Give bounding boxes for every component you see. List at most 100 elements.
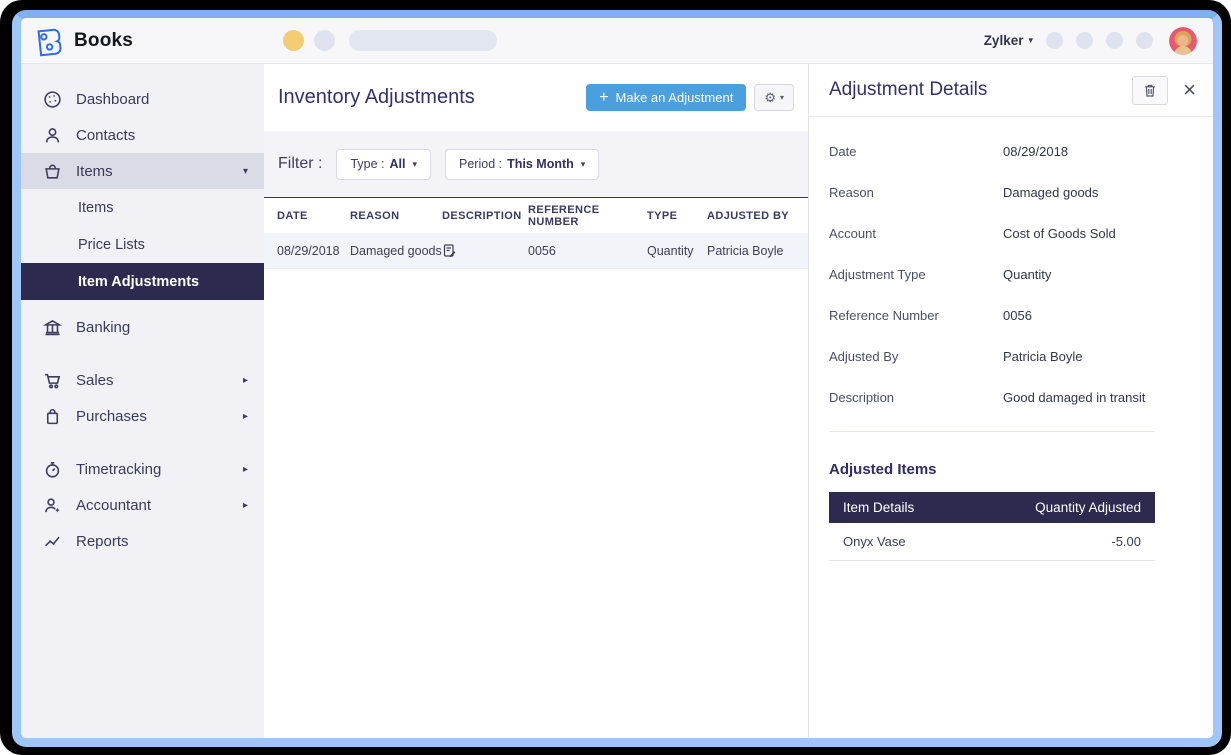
chevron-down-icon: ▾ xyxy=(780,93,784,102)
cell-reason: Damaged goods xyxy=(350,244,442,258)
dashboard-icon xyxy=(43,90,62,109)
field-label: Reason xyxy=(829,185,1003,200)
plus-icon: + xyxy=(599,90,608,106)
sidebar-item-contacts[interactable]: Contacts xyxy=(21,117,264,153)
adjusted-items-title: Adjusted Items xyxy=(829,461,1193,478)
table-header: DATE REASON DESCRIPTION REFERENCE NUMBER… xyxy=(264,197,808,233)
field-label: Description xyxy=(829,390,1003,405)
org-switcher[interactable]: Zylker ▾ xyxy=(984,33,1033,48)
field-label: Account xyxy=(829,226,1003,241)
sidebar-item-label: Accountant xyxy=(76,497,151,514)
sidebar-item-label: Dashboard xyxy=(76,91,149,108)
column-header: TYPE xyxy=(647,210,707,222)
panel-header: Adjustment Details × xyxy=(809,64,1213,117)
column-header: DESCRIPTION xyxy=(442,210,528,222)
screen-frame: Books Zylker ▾ xyxy=(0,0,1231,755)
sidebar-item-accountant[interactable]: Accountant ▸ xyxy=(21,487,264,523)
sidebar-item-items[interactable]: Items ▾ xyxy=(21,153,264,189)
make-adjustment-button[interactable]: + Make an Adjustment xyxy=(586,84,746,111)
topbar: Books Zylker ▾ xyxy=(21,18,1213,64)
books-logo-icon xyxy=(33,25,65,57)
column-header: Item Details xyxy=(843,500,914,515)
description-note-icon[interactable] xyxy=(442,243,528,258)
column-header: ADJUSTED BY xyxy=(707,210,808,222)
app-window: Books Zylker ▾ xyxy=(12,10,1222,747)
chevron-right-icon: ▸ xyxy=(243,464,248,475)
main-content: Inventory Adjustments + Make an Adjustme… xyxy=(264,64,808,738)
reports-chart-icon xyxy=(43,532,62,551)
sidebar-item-label: Item Adjustments xyxy=(78,274,199,290)
cart-icon xyxy=(43,371,62,390)
type-filter-dropdown[interactable]: Type : All ▾ xyxy=(336,149,431,180)
sidebar-item-purchases[interactable]: Purchases ▸ xyxy=(21,398,264,434)
sidebar-item-banking[interactable]: Banking xyxy=(21,309,264,345)
detail-field: Description Good damaged in transit xyxy=(829,390,1193,405)
column-header: Quantity Adjusted xyxy=(1035,500,1141,515)
accountant-icon xyxy=(43,496,62,515)
detail-field: Date 08/29/2018 xyxy=(829,144,1193,159)
yellow-status-dot xyxy=(283,30,304,51)
topbar-icon-placeholder[interactable] xyxy=(1136,32,1153,49)
sidebar-item-sales[interactable]: Sales ▸ xyxy=(21,362,264,398)
chevron-down-icon: ▾ xyxy=(243,166,248,177)
brand-title: Books xyxy=(74,30,133,52)
field-value: Damaged goods xyxy=(1003,185,1098,200)
user-avatar[interactable] xyxy=(1169,27,1197,55)
item-name: Onyx Vase xyxy=(843,534,906,549)
sidebar-item-dashboard[interactable]: Dashboard xyxy=(21,81,264,117)
sidebar-item-timetracking[interactable]: Timetracking ▸ xyxy=(21,451,264,487)
field-value: Patricia Boyle xyxy=(1003,349,1082,364)
cell-type: Quantity xyxy=(647,244,707,258)
detail-field: Reason Damaged goods xyxy=(829,185,1193,200)
sidebar-subitem-item-adjustments[interactable]: Item Adjustments xyxy=(21,263,264,300)
adjustment-details-panel: Adjustment Details × xyxy=(808,64,1213,738)
sidebar-subitem-price-lists[interactable]: Price Lists xyxy=(21,226,264,263)
field-value: Cost of Goods Sold xyxy=(1003,226,1116,241)
filter-label: Filter : xyxy=(278,155,322,173)
search-bar-placeholder xyxy=(349,30,497,51)
settings-dropdown-button[interactable]: ⚙ ▾ xyxy=(754,84,794,111)
sidebar-item-label: Contacts xyxy=(76,127,135,144)
topbar-icon-placeholder[interactable] xyxy=(1106,32,1123,49)
filter-name: Type : xyxy=(350,157,384,171)
topbar-icon-placeholder[interactable] xyxy=(1076,32,1093,49)
brand: Books xyxy=(33,25,133,57)
close-panel-button[interactable]: × xyxy=(1183,79,1196,101)
page-title: Inventory Adjustments xyxy=(278,86,475,109)
panel-title: Adjustment Details xyxy=(829,79,987,101)
topbar-decorations xyxy=(283,30,497,51)
table-row[interactable]: 08/29/2018 Damaged goods 0056 xyxy=(264,233,808,269)
chevron-down-icon: ▾ xyxy=(412,159,417,170)
contacts-icon xyxy=(43,126,62,145)
sidebar: Dashboard Contacts xyxy=(21,64,264,738)
field-label: Adjustment Type xyxy=(829,267,1003,282)
gear-icon: ⚙ xyxy=(764,91,776,104)
field-label: Reference Number xyxy=(829,308,1003,323)
field-label: Adjusted By xyxy=(829,349,1003,364)
field-value: Good damaged in transit xyxy=(1003,390,1145,405)
cell-date: 08/29/2018 xyxy=(277,244,350,258)
adjusted-item-row: Onyx Vase -5.00 xyxy=(829,523,1155,561)
stopwatch-icon xyxy=(43,460,62,479)
item-quantity: -5.00 xyxy=(1111,534,1141,549)
gray-status-dot xyxy=(314,30,335,51)
field-label: Date xyxy=(829,144,1003,159)
delete-button[interactable] xyxy=(1132,76,1168,105)
topbar-icon-placeholder[interactable] xyxy=(1046,32,1063,49)
basket-icon xyxy=(43,162,62,181)
org-name: Zylker xyxy=(984,33,1024,48)
sidebar-item-label: Timetracking xyxy=(76,461,161,478)
detail-field: Adjusted By Patricia Boyle xyxy=(829,349,1193,364)
field-value: 08/29/2018 xyxy=(1003,144,1068,159)
filter-bar: Filter : Type : All ▾ Period : This Mont… xyxy=(264,131,808,197)
period-filter-dropdown[interactable]: Period : This Month ▾ xyxy=(445,149,599,180)
filter-name: Period : xyxy=(459,157,502,171)
cell-reference: 0056 xyxy=(528,244,647,258)
adjustments-table: DATE REASON DESCRIPTION REFERENCE NUMBER… xyxy=(264,197,808,269)
cell-adjusted-by: Patricia Boyle xyxy=(707,244,808,258)
sidebar-subitem-items[interactable]: Items xyxy=(21,189,264,226)
chevron-right-icon: ▸ xyxy=(243,500,248,511)
sidebar-item-reports[interactable]: Reports xyxy=(21,523,264,559)
column-header: REFERENCE NUMBER xyxy=(528,204,647,228)
bag-icon xyxy=(43,407,62,426)
